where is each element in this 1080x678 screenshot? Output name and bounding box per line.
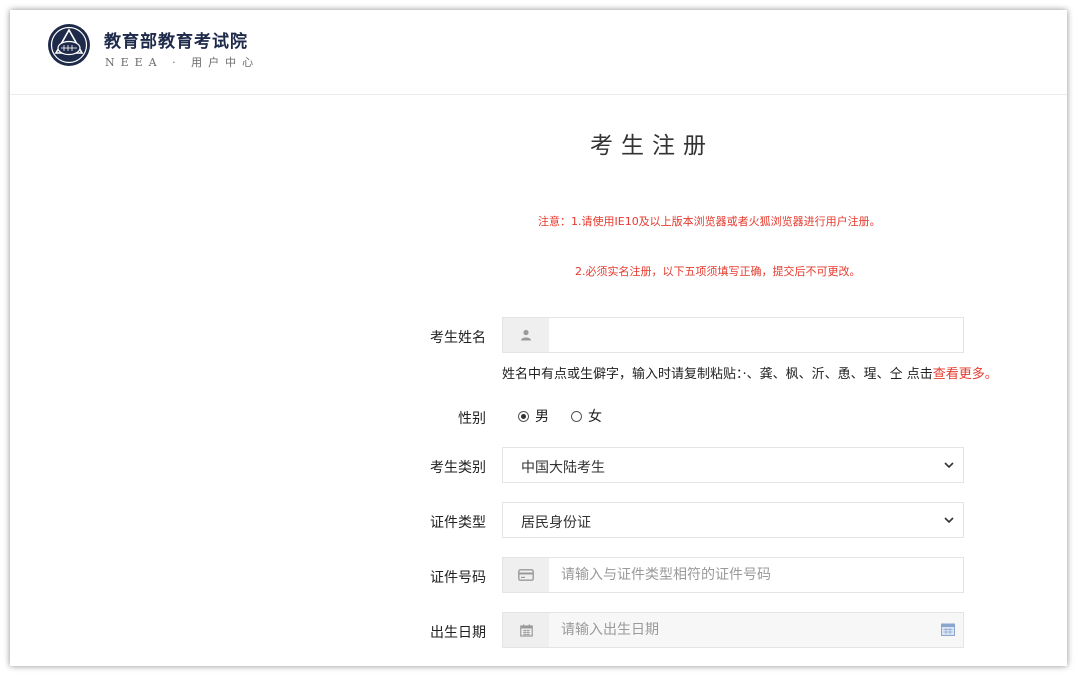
page-title: 考生注册 [590,133,714,159]
name-input[interactable] [549,318,963,352]
page-frame: 教育部教育考试院 NEEA · 用户中心 考生注册 注意：1.请使用IE10及以… [10,10,1067,666]
name-field [502,317,964,353]
id-type-value: 居民身份证 [521,515,591,531]
birth-date-input[interactable] [549,613,963,647]
id-type-label: 证件类型 [430,515,486,531]
id-number-field [502,557,964,593]
name-hint: 姓名中有点或生僻字，输入时请复制粘贴：·、龚、枫、沂、恿、瑆、仝 点击查看更多。 [502,363,998,382]
id-number-addon [503,558,549,592]
candidate-type-select[interactable]: 中国大陆考生 [502,447,964,483]
view-more-link[interactable]: 查看更多。 [933,367,998,382]
birth-date-label: 出生日期 [430,625,486,641]
candidate-type-value: 中国大陆考生 [521,460,605,476]
birth-date-addon [503,613,549,647]
id-card-icon [518,569,534,581]
brand-title: 教育部教育考试院 [104,32,248,52]
notice-line-2: 2.必须实名注册，以下五项须填写正确，提交后不可更改。 [575,265,861,278]
gender-male-radio[interactable]: 男 [518,406,549,426]
user-icon [521,329,531,341]
calendar-icon [519,624,533,637]
date-picker-icon[interactable] [941,623,955,636]
radio-checked-icon [518,410,529,422]
birth-date-field [502,612,964,648]
name-label: 考生姓名 [430,330,486,346]
radio-unchecked-icon [571,410,582,422]
chevron-down-icon [944,462,954,469]
gender-male-label: 男 [535,409,549,425]
gender-label: 性别 [458,411,486,427]
notice-line-1: 注意：1.请使用IE10及以上版本浏览器或者火狐浏览器进行用户注册。 [538,215,881,228]
name-addon [503,318,549,352]
neea-logo [48,24,90,66]
id-number-label: 证件号码 [430,570,486,586]
candidate-type-label: 考生类别 [430,460,486,476]
gender-radio-group: 男 女 [518,406,602,426]
id-number-input[interactable] [549,558,963,592]
name-hint-text: 姓名中有点或生僻字，输入时请复制粘贴：·、龚、枫、沂、恿、瑆、仝 点击 [502,367,933,382]
brand-subtitle: NEEA · 用户中心 [105,56,260,69]
id-type-select[interactable]: 居民身份证 [502,502,964,538]
gender-female-label: 女 [588,409,602,425]
chevron-down-icon [944,517,954,524]
site-header: 教育部教育考试院 NEEA · 用户中心 [10,10,1067,95]
gender-female-radio[interactable]: 女 [571,406,602,426]
